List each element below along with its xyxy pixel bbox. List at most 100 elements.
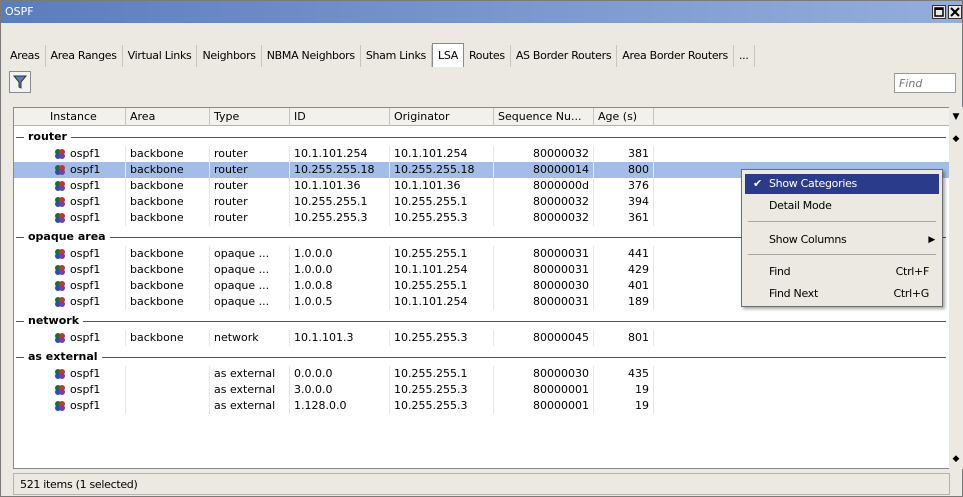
cell-instance: ospf1: [66, 366, 126, 382]
vertical-scrollbar[interactable]: ▼ ◆ ◆: [949, 107, 963, 469]
tab-more[interactable]: ...: [734, 45, 755, 67]
menu-item-label: Find: [769, 265, 791, 278]
cell-type: router: [210, 162, 290, 178]
tab-as-border-routers[interactable]: AS Border Routers: [511, 45, 618, 67]
scroll-thumb-icon[interactable]: ◆: [950, 133, 962, 145]
cell-type: router: [210, 210, 290, 226]
cell-id: 1.0.0.8: [290, 278, 390, 294]
table-row[interactable]: ospf1 backbone router 10.1.101.254 10.1.101.…: [14, 146, 949, 162]
column-header-age[interactable]: Age (s): [594, 108, 654, 126]
cell-id: 1.0.0.0: [290, 262, 390, 278]
cell-type: opaque ...: [210, 262, 290, 278]
tab-routes[interactable]: Routes: [464, 45, 511, 67]
ospf-icon: [55, 297, 65, 307]
ospf-icon: [55, 281, 65, 291]
cell-originator: 10.255.255.3: [390, 210, 494, 226]
cell-area: backbone: [126, 210, 210, 226]
table-header: Instance Area Type ID Originator Sequence Nu.…: [14, 108, 949, 126]
column-header-area[interactable]: Area: [126, 108, 210, 126]
cell-id: 10.255.255.18: [290, 162, 390, 178]
table-row[interactable]: ospf1 as external 3.0.0.0 10.255.255.3 80000…: [14, 382, 949, 398]
scroll-down-icon[interactable]: ◆: [950, 453, 962, 465]
cell-area: backbone: [126, 162, 210, 178]
cell-instance: ospf1: [66, 178, 126, 194]
cell-originator: 10.255.255.3: [390, 382, 494, 398]
menu-item-show-columns[interactable]: Show Columns ▶: [745, 230, 939, 250]
menu-item-show-categories[interactable]: ✔ Show Categories: [745, 174, 939, 194]
cell-originator: 10.1.101.254: [390, 294, 494, 310]
category-label: router: [24, 128, 71, 146]
category-header: network: [14, 312, 949, 330]
cell-id: 10.1.101.254: [290, 146, 390, 162]
category-label: opaque area: [24, 228, 110, 246]
column-header-instance[interactable]: Instance: [46, 108, 126, 126]
tab-virtual-links[interactable]: Virtual Links: [123, 45, 198, 67]
cell-seq: 80000031: [494, 262, 594, 278]
close-button[interactable]: [948, 5, 962, 19]
cell-originator: 10.1.101.36: [390, 178, 494, 194]
tab-areas[interactable]: Areas: [5, 45, 46, 67]
cell-originator: 10.1.101.254: [390, 262, 494, 278]
cell-instance: ospf1: [66, 382, 126, 398]
column-header-type[interactable]: Type: [210, 108, 290, 126]
column-header-originator[interactable]: Originator: [390, 108, 494, 126]
title-bar[interactable]: OSPF: [1, 1, 962, 23]
filter-button[interactable]: [9, 71, 31, 93]
cell-type: router: [210, 146, 290, 162]
menu-item-label: Show Categories: [769, 177, 857, 190]
cell-instance: ospf1: [66, 246, 126, 262]
cell-instance: ospf1: [66, 162, 126, 178]
ospf-icon: [55, 265, 65, 275]
cell-age: 381: [594, 146, 654, 162]
cell-seq: 80000001: [494, 382, 594, 398]
menu-item-detail-mode[interactable]: Detail Mode: [745, 196, 939, 216]
cell-seq: 80000001: [494, 398, 594, 414]
scroll-up-icon[interactable]: ▼: [950, 111, 962, 123]
cell-seq: 80000032: [494, 194, 594, 210]
cell-instance: ospf1: [66, 146, 126, 162]
menu-item-find[interactable]: Find Ctrl+F: [745, 262, 939, 282]
tab-neighbors[interactable]: Neighbors: [197, 45, 262, 67]
cell-age: 401: [594, 278, 654, 294]
ospf-icon: [55, 401, 65, 411]
maximize-button[interactable]: [932, 5, 946, 19]
ospf-icon: [55, 385, 65, 395]
tab-area-ranges[interactable]: Area Ranges: [46, 45, 123, 67]
ospf-icon: [55, 213, 65, 223]
ospf-window: OSPF Areas Area Ranges Virtual Links Neighb…: [0, 0, 963, 497]
cell-age: 361: [594, 210, 654, 226]
menu-item-label: Detail Mode: [769, 199, 832, 212]
cell-originator: 10.255.255.1: [390, 366, 494, 382]
table-row[interactable]: ospf1 backbone network 10.1.101.3 10.255.255…: [14, 330, 949, 346]
cell-instance: ospf1: [66, 330, 126, 346]
cell-area: backbone: [126, 178, 210, 194]
status-text: 521 items (1 selected): [20, 478, 138, 491]
cell-seq: 80000045: [494, 330, 594, 346]
tab-nbma-neighbors[interactable]: NBMA Neighbors: [262, 45, 361, 67]
menu-shortcut: Ctrl+F: [895, 265, 930, 278]
ospf-icon: [55, 165, 65, 175]
column-header-seq[interactable]: Sequence Nu...: [494, 108, 594, 126]
cell-originator: 10.255.255.1: [390, 278, 494, 294]
cell-area: backbone: [126, 294, 210, 310]
cell-originator: 10.255.255.3: [390, 330, 494, 346]
cell-id: 1.0.0.5: [290, 294, 390, 310]
tab-lsa[interactable]: LSA: [431, 43, 464, 67]
column-header-filler: [654, 108, 949, 126]
cell-seq: 80000032: [494, 146, 594, 162]
cell-instance: ospf1: [66, 278, 126, 294]
cell-instance: ospf1: [66, 398, 126, 414]
column-header-id[interactable]: ID: [290, 108, 390, 126]
cell-id: 10.1.101.3: [290, 330, 390, 346]
category-divider: [16, 357, 946, 358]
maximize-icon: [934, 7, 944, 17]
tab-sham-links[interactable]: Sham Links: [361, 45, 432, 67]
menu-item-find-next[interactable]: Find Next Ctrl+G: [745, 284, 939, 304]
tab-area-border-routers[interactable]: Area Border Routers: [617, 45, 734, 67]
table-row[interactable]: ospf1 as external 1.128.0.0 10.255.255.3 800…: [14, 398, 949, 414]
table-row[interactable]: ospf1 as external 0.0.0.0 10.255.255.1 80000…: [14, 366, 949, 382]
tab-bar: Areas Area Ranges Virtual Links Neighbors NB…: [1, 43, 962, 67]
cell-age: 429: [594, 262, 654, 278]
find-input[interactable]: [894, 73, 956, 93]
cell-id: 10.1.101.36: [290, 178, 390, 194]
